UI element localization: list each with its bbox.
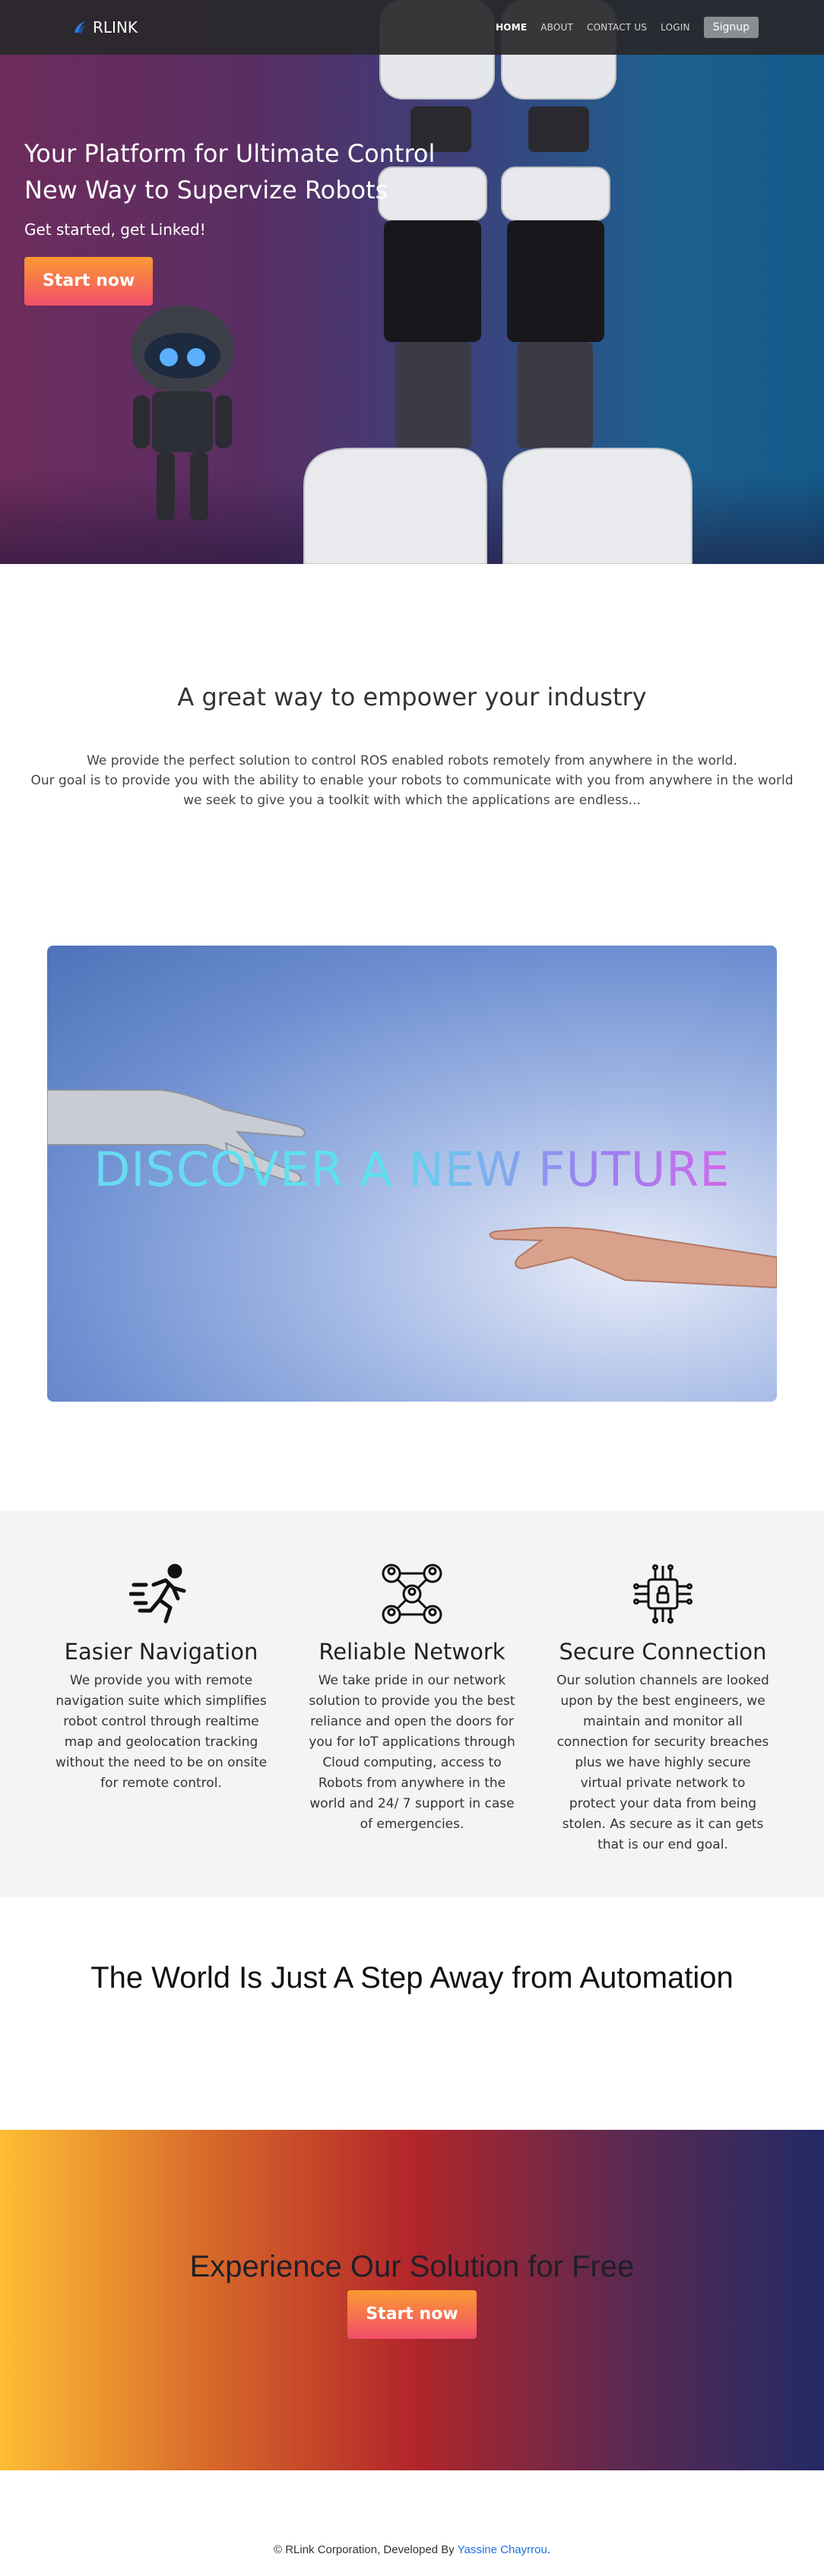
network-people-icon (382, 1564, 442, 1624)
hero-start-button[interactable]: Start now (24, 257, 154, 306)
features-section: Easier Navigation We provide you with re… (0, 1511, 824, 1897)
nav-home-link[interactable]: HOME (496, 22, 527, 33)
automation-section: The World Is Just A Step Away from Autom… (0, 1897, 824, 2130)
feature-title: Secure Connection (559, 1639, 767, 1665)
footer: © RLink Corporation, Developed By Yassin… (0, 2470, 824, 2576)
secure-chip-icon (633, 1564, 692, 1624)
hero-section: Your Platform for Ultimate Control New W… (0, 0, 824, 564)
hero-title-line2: New Way to Supervize Robots (24, 176, 388, 204)
feature-navigation: Easier Navigation We provide you with re… (42, 1560, 280, 1897)
hero-text: Your Platform for Ultimate Control New W… (24, 135, 435, 306)
discover-banner: DISCOVER A NEW FUTURE (47, 946, 777, 1402)
navbar: RLINK HOME ABOUT CONTACT US LOGIN Signup (0, 0, 824, 55)
feature-text: We provide you with remote navigation su… (55, 1673, 268, 1791)
discover-text: DISCOVER A NEW FUTURE (47, 1142, 777, 1197)
feature-security: Secure Connection Our solution channels … (544, 1560, 782, 1897)
nav-contact-link[interactable]: CONTACT US (587, 22, 647, 33)
hero-title: Your Platform for Ultimate Control New W… (24, 135, 435, 208)
hero-title-line1: Your Platform for Ultimate Control (24, 139, 436, 168)
nav-about-link[interactable]: ABOUT (540, 22, 573, 33)
signup-button[interactable]: Signup (703, 17, 759, 38)
intro-title: A great way to empower your industry (177, 683, 647, 711)
rlink-logo-icon (74, 21, 86, 33)
intro-text: We provide the perfect solution to contr… (0, 751, 824, 810)
running-person-icon (129, 1564, 186, 1624)
feature-text: Our solution channels are looked upon by… (556, 1673, 769, 1852)
nav-links: HOME ABOUT CONTACT US LOGIN Signup (496, 17, 759, 38)
brand[interactable]: RLINK (71, 18, 138, 36)
feature-text: We take pride in our network solution to… (309, 1673, 515, 1832)
brand-name: RLINK (93, 18, 138, 36)
cta-start-button[interactable]: Start now (347, 2290, 477, 2339)
feature-title: Easier Navigation (64, 1639, 258, 1665)
footer-copyright: © RLink Corporation, Developed By (273, 2543, 458, 2556)
intro-line3: we seek to give you a toolkit with which… (183, 793, 641, 808)
automation-title: The World Is Just A Step Away from Autom… (90, 1961, 734, 1995)
intro-line2: Our goal is to provide you with the abil… (30, 773, 794, 788)
footer-suffix: . (547, 2543, 551, 2556)
nav-login-link[interactable]: LOGIN (661, 22, 690, 33)
intro-line1: We provide the perfect solution to contr… (87, 753, 737, 768)
feature-network: Reliable Network We take pride in our ne… (293, 1560, 531, 1897)
intro-section: A great way to empower your industry We … (0, 564, 824, 912)
discover-section: DISCOVER A NEW FUTURE (0, 912, 824, 1511)
footer-author-link[interactable]: Yassine Chayrrou (458, 2543, 547, 2556)
cta-title: Experience Our Solution for Free (189, 2250, 635, 2283)
feature-title: Reliable Network (319, 1639, 505, 1665)
cta-section: Experience Our Solution for Free Start n… (0, 2130, 824, 2470)
hero-subtitle: Get started, get Linked! (24, 220, 206, 239)
